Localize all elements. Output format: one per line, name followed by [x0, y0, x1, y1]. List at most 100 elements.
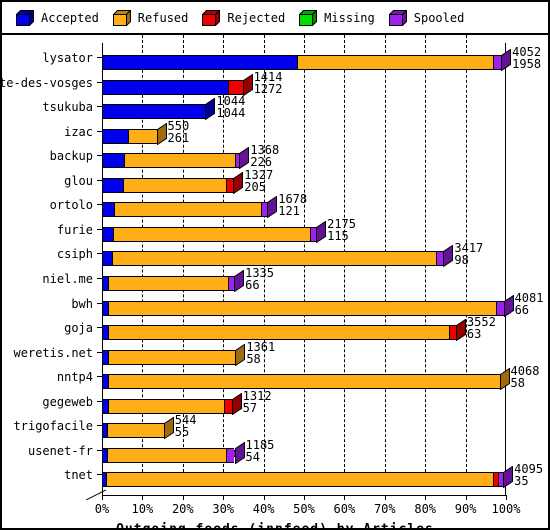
bar-segment-refused: [124, 153, 236, 169]
y-axis-tick: [97, 106, 102, 108]
bar-segment-accepted: [102, 202, 115, 218]
x-axis-tick-label: 70%: [373, 502, 396, 516]
bar-segment-refused: [127, 128, 157, 144]
legend-label: Refused: [137, 10, 189, 25]
x-axis-tick-label: 0%: [94, 502, 110, 516]
y-axis-label: csiph: [56, 247, 93, 262]
x-axis-tick-label: 10%: [131, 502, 154, 516]
bar-side-face: [235, 343, 246, 367]
x-axis-tick-label: 60%: [333, 502, 356, 516]
bar-value-accepted: 121: [278, 204, 300, 219]
bar-value-accepted: 115: [327, 228, 349, 243]
bar-value-accepted: 205: [244, 179, 266, 194]
bar-value-accepted: 1958: [512, 57, 542, 71]
bar-value-total: 1361: [246, 339, 276, 354]
y-axis-tick: [97, 228, 102, 230]
bar-segment-refused: [107, 447, 226, 463]
bar-side-face: [267, 195, 278, 219]
bar-side-face: [205, 97, 216, 121]
y-axis-label: tsukuba: [42, 100, 93, 115]
y-axis-label: backup: [49, 149, 93, 164]
x-axis-tick: [142, 495, 144, 500]
y-axis-label: izac: [64, 124, 93, 139]
bar-value-accepted: 261: [167, 130, 190, 145]
cube-icon: [388, 8, 408, 27]
bar-side-face: [455, 318, 466, 342]
bar-segment-accepted: [102, 128, 128, 144]
x-axis-tick: [506, 495, 507, 500]
bar-segment-refused: [107, 349, 236, 365]
x-axis-tick-label: 50%: [293, 502, 315, 516]
x-axis-tick: [263, 495, 265, 500]
legend-item-refused: Refused: [112, 8, 189, 27]
bar-segment-refused: [105, 472, 493, 488]
bar-segment-rejected: [448, 325, 456, 341]
bar-segment-accepted: [102, 177, 123, 193]
legend-item-rejected: Rejected: [201, 8, 285, 27]
bar-value-accepted: 58: [510, 376, 525, 391]
legend-label: Accepted: [41, 10, 99, 25]
bar-segment-refused: [113, 226, 311, 242]
legend-label: Missing: [324, 10, 375, 25]
bar-side-face: [316, 220, 327, 244]
legend-item-accepted: Accepted: [15, 8, 99, 27]
y-axis-tick: [97, 376, 102, 378]
bar-side-face: [503, 294, 514, 317]
x-axis-tick-label: 90%: [454, 502, 477, 516]
cube-icon: [15, 8, 35, 27]
x-axis-tick-label: 30%: [212, 502, 235, 516]
bar-segment-spooled: [496, 300, 504, 316]
y-axis-tick: [97, 204, 102, 206]
bar-segment-refused: [297, 55, 494, 70]
bar-value-accepted: 54: [245, 449, 260, 464]
y-axis-tick: [97, 351, 102, 353]
bar-side-face: [242, 73, 253, 96]
cube-icon: [112, 8, 132, 27]
legend-item-missing: Missing: [298, 8, 375, 27]
bar-value-accepted: 35: [514, 474, 529, 489]
bar-side-face: [233, 171, 244, 195]
legend-item-spooled: Spooled: [388, 8, 464, 27]
bar-segment-accepted: [102, 226, 114, 242]
bar-side-face: [163, 416, 174, 440]
x-axis-tick: [182, 495, 184, 500]
bar-value-total: 4081: [514, 290, 544, 305]
x-axis-tick-label: 20%: [171, 502, 194, 516]
bar-segment-accepted: [102, 251, 112, 267]
y-axis-tick: [97, 400, 102, 402]
bar-segment-spooled: [225, 447, 235, 463]
y-axis-tick: [97, 474, 102, 476]
bar-segment-refused: [122, 177, 227, 193]
bar-segment-refused: [108, 325, 449, 341]
y-axis-tick: [97, 327, 102, 329]
bar-segment-refused: [114, 202, 262, 218]
x-axis-tick: [425, 495, 427, 500]
bar-segment-refused: [108, 275, 228, 291]
y-axis-label: lysator: [42, 51, 93, 65]
y-axis-label: furie: [56, 222, 93, 237]
y-axis-tick: [97, 155, 102, 157]
bar-side-face: [234, 269, 245, 293]
bar-value-total: 550: [167, 118, 190, 133]
bar-segment-refused: [108, 300, 497, 316]
plot-area: 4052 1958 1414 1272 1044 1044 550 261 1368 226 132…: [2, 35, 548, 528]
cube-icon: [298, 8, 318, 27]
bar-segment-spooled: [435, 251, 444, 267]
bar-segment-accepted: [102, 153, 125, 169]
y-axis-label: niel.me: [42, 271, 93, 286]
chart-window: Accepted Refused Rejected Missing Spooled 40…: [0, 0, 550, 530]
x-axis-tick: [223, 495, 225, 500]
bar-value-accepted: 57: [242, 400, 258, 415]
bar-segment-refused: [107, 423, 164, 439]
bar-value-total: 1414: [253, 69, 283, 84]
x-axis-tick: [304, 495, 305, 500]
y-axis-tick: [97, 57, 102, 58]
y-axis-tick: [97, 130, 102, 132]
bar-side-face: [234, 441, 245, 465]
bar-side-face: [503, 465, 514, 489]
y-axis-label: usenet-fr: [27, 443, 93, 458]
bar-value-accepted: 58: [246, 351, 261, 366]
axis-corner-mark: [86, 489, 106, 500]
bar-segment-rejected: [224, 398, 232, 414]
bar-side-face: [501, 48, 512, 72]
